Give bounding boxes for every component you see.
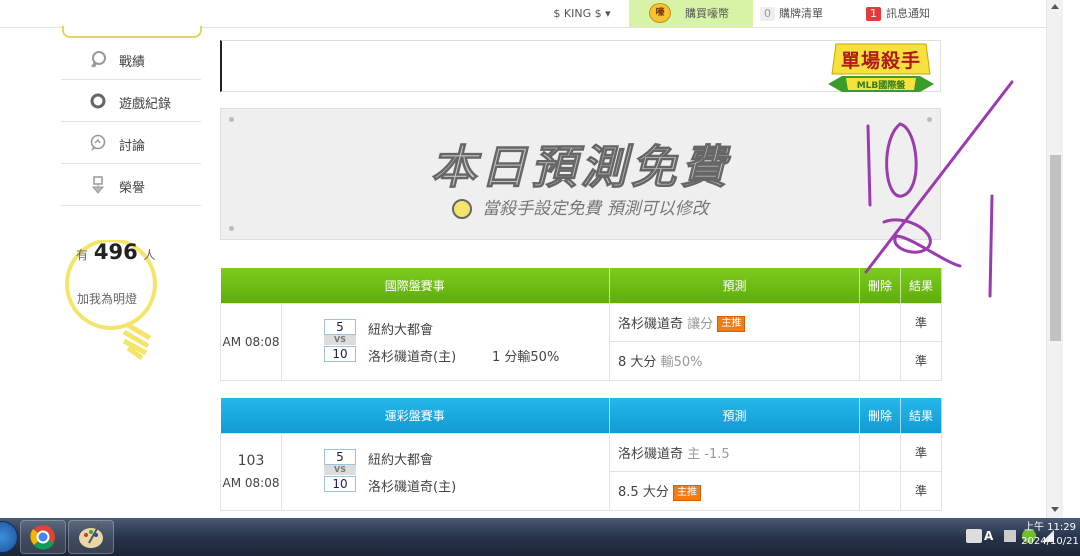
purchase-list-label: 購牌清單	[779, 7, 823, 20]
buy-coins-label: 購買嚎幣	[685, 7, 729, 20]
main-pick-tag: 主推	[672, 484, 701, 501]
banner-title: 本日預測免費	[430, 140, 731, 195]
notifications-label: 訊息通知	[886, 7, 930, 20]
matchup-cell: 5 VS 10 紐約大都會 洛杉磯道奇(主) 1 分輸50%	[280, 302, 611, 381]
home-team: 洛杉磯道奇(主)	[368, 349, 457, 365]
screw-dot	[229, 117, 234, 122]
home-score: 10	[324, 475, 356, 492]
paint-icon	[79, 524, 103, 548]
windows-taskbar: A 上午 11:29 2024/10/21	[0, 518, 1080, 556]
main-pick-tag: 主推	[717, 316, 746, 332]
banner-subtitle-row: 當殺手設定免費 預測可以修改	[221, 194, 940, 219]
purchase-list-link[interactable]: 0 購牌清單	[760, 0, 855, 27]
prediction-spread: 洛杉磯道奇 讓分 主推	[609, 302, 861, 342]
paint-taskbar-button[interactable]	[68, 520, 114, 554]
intl-header-prediction: 預測	[609, 268, 861, 303]
prediction-spread: 洛杉磯道奇 主 -1.5	[609, 432, 861, 472]
start-button[interactable]	[0, 521, 18, 553]
intl-games-table: 國際盤賽事 預測 刪除 結果 AM 08:08 5 VS 10 紐約大都會 洛杉…	[220, 268, 943, 381]
scrollbar-thumb[interactable]	[1050, 155, 1061, 341]
bulb-icon	[452, 199, 473, 219]
odds-line: 1 分輸50%	[492, 349, 560, 365]
taskbar-clock[interactable]: 上午 11:29 2024/10/21	[1020, 521, 1080, 549]
chat-icon	[89, 134, 107, 152]
lottery-games-table: 運彩盤賽事 預測 刪除 結果 103 AM 08:08 5 VS 10 紐約大都會…	[220, 398, 943, 511]
screw-dot	[927, 117, 932, 122]
game-time: 103 AM 08:08	[220, 432, 282, 511]
sidebar-item-honor[interactable]: 榮譽	[61, 164, 201, 206]
become-fan-link[interactable]: 加我為明燈	[77, 290, 137, 307]
vs-label: VS	[324, 334, 356, 345]
result-cell: 準	[900, 432, 943, 472]
sidebar-tab-edge	[62, 26, 202, 38]
badge-title: 單場殺手	[840, 50, 921, 72]
away-score: 5	[324, 448, 356, 465]
lottery-header-result: 結果	[900, 398, 943, 433]
coin-icon: 嚎	[649, 3, 671, 23]
away-score: 5	[324, 318, 356, 335]
free-prediction-banner: 本日預測免費 當殺手設定免費 預測可以修改	[220, 108, 941, 240]
result-cell: 準	[900, 341, 943, 381]
delete-cell[interactable]	[859, 471, 902, 511]
sidebar-item-label: 遊戲紀錄	[119, 97, 172, 112]
trophy-icon	[89, 176, 107, 194]
chrome-taskbar-button[interactable]	[20, 520, 66, 554]
sidebar-menu: 戰績 遊戲紀錄 討論 榮譽	[61, 38, 201, 206]
matchup-cell: 5 VS 10 紐約大都會 洛杉磯道奇(主)	[280, 432, 611, 511]
intl-header-result: 結果	[900, 268, 943, 303]
top-bar: $ KING $ ▾ 嚎 購買嚎幣 0 購牌清單 1 訊息通知	[0, 0, 1063, 28]
result-cell: 準	[900, 302, 943, 342]
web-page: $ KING $ ▾ 嚎 購買嚎幣 0 購牌清單 1 訊息通知 戰績 遊戲紀錄 討論…	[0, 0, 1063, 518]
notifications-link[interactable]: 1 訊息通知	[866, 0, 956, 27]
delete-cell[interactable]	[859, 341, 902, 381]
sidebar-item-game-log[interactable]: 遊戲紀錄	[61, 80, 201, 122]
sidebar-item-label: 榮譽	[119, 181, 146, 196]
ime-label[interactable]: A	[984, 529, 998, 543]
clock-time: 上午 11:29	[1024, 522, 1076, 533]
vertical-scrollbar[interactable]	[1046, 0, 1063, 518]
home-team: 洛杉磯道奇(主)	[368, 479, 457, 495]
language-bar-icon[interactable]	[966, 529, 982, 543]
sidebar-item-discussion[interactable]: 討論	[61, 122, 201, 164]
fan-lightbulb[interactable]: 有 496 人 加我為明燈	[64, 240, 162, 370]
screw-dot	[229, 226, 234, 231]
game-time: AM 08:08	[220, 302, 282, 381]
away-team: 紐約大都會	[368, 452, 434, 468]
home-score: 10	[324, 345, 356, 362]
vs-label: VS	[324, 464, 356, 475]
medal-icon	[89, 50, 107, 68]
game-time-value: AM 08:08	[222, 475, 280, 490]
sidebar-item-label: 戰績	[119, 55, 146, 70]
sidebar-item-label: 討論	[119, 139, 146, 154]
scroll-up-arrow[interactable]	[1051, 4, 1059, 9]
user-menu[interactable]: $ KING $ ▾	[537, 0, 627, 27]
notification-count-badge: 1	[866, 7, 881, 21]
prediction-total: 8.5 大分 主推	[609, 471, 861, 511]
intl-header-games: 國際盤賽事	[220, 268, 611, 303]
badge-subtitle: MLB國際盤	[856, 81, 906, 91]
prediction-total: 8 大分 輸50%	[609, 341, 861, 381]
sidebar-item-record[interactable]: 戰績	[61, 38, 201, 80]
lottery-header-delete: 刪除	[859, 398, 902, 433]
result-cell: 準	[900, 471, 943, 511]
buy-coins-button[interactable]: 嚎 購買嚎幣	[629, 0, 753, 27]
intl-header-delete: 刪除	[859, 268, 902, 303]
away-team: 紐約大都會	[368, 322, 434, 338]
clock-date: 2024/10/21	[1021, 536, 1079, 547]
lottery-header-prediction: 預測	[609, 398, 861, 433]
delete-cell[interactable]	[859, 432, 902, 472]
scroll-down-arrow[interactable]	[1051, 507, 1059, 512]
banner-subtitle: 當殺手設定免費 預測可以修改	[482, 199, 709, 219]
delete-cell[interactable]	[859, 302, 902, 342]
keyboard-icon[interactable]	[1004, 530, 1016, 542]
lottery-header-games: 運彩盤賽事	[220, 398, 611, 433]
killer-badge: 單場殺手 MLB國際盤	[828, 40, 934, 100]
purchase-count-badge: 0	[760, 7, 775, 21]
game-number: 103	[237, 452, 265, 469]
chrome-icon	[30, 525, 55, 550]
fan-count-text: 有 496 人	[76, 240, 156, 264]
ring-icon	[89, 92, 107, 110]
fan-count: 496	[93, 240, 138, 264]
